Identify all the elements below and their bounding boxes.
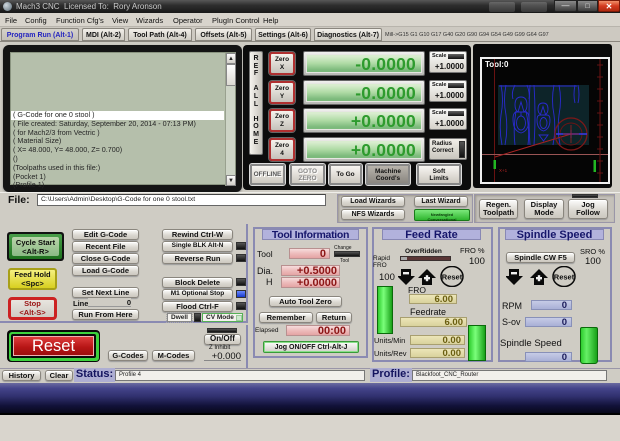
- svg-text:Reset: Reset: [554, 273, 575, 282]
- svg-text:X+1: X+1: [499, 168, 508, 173]
- svg-text:Reset: Reset: [442, 273, 463, 282]
